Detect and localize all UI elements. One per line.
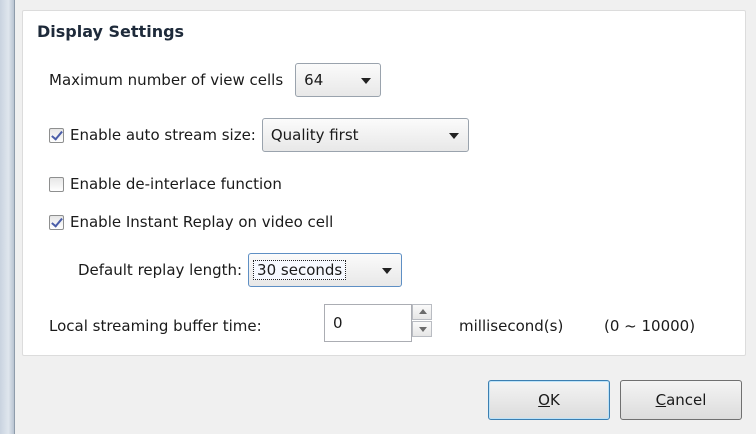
window-frame-left (0, 0, 14, 434)
instant-replay-label[interactable]: Enable Instant Replay on video cell (70, 213, 333, 231)
buffer-range: (0 ~ 10000) (604, 317, 696, 335)
ok-button[interactable]: OK (488, 380, 610, 420)
chevron-down-icon (361, 78, 372, 84)
max-cells-label: Maximum number of view cells (49, 71, 284, 89)
replay-length-row: Default replay length: 30 seconds (78, 252, 403, 288)
replay-length-select[interactable]: 30 seconds (248, 253, 403, 287)
max-cells-row: Maximum number of view cells 64 (49, 62, 382, 98)
arrow-up-icon (419, 309, 427, 314)
deinterlace-checkbox[interactable] (49, 176, 64, 192)
group-title: Display Settings (37, 22, 185, 41)
buffer-value: 0 (333, 314, 343, 332)
chevron-down-icon (448, 133, 459, 139)
max-cells-value: 64 (304, 71, 324, 89)
replay-length-label: Default replay length: (78, 261, 243, 279)
auto-stream-checkbox[interactable] (49, 127, 64, 143)
ok-label-rest: K (549, 391, 560, 409)
instant-replay-checkbox[interactable] (49, 214, 64, 230)
auto-stream-row: Enable auto stream size: Quality first (49, 117, 469, 153)
chevron-down-icon (382, 268, 393, 274)
spin-down-button[interactable] (412, 321, 432, 337)
buffer-unit: millisecond(s) (459, 317, 564, 335)
cancel-label-rest: ancel (666, 391, 707, 409)
arrow-down-icon (419, 327, 427, 332)
deinterlace-label[interactable]: Enable de-interlace function (70, 175, 282, 193)
spin-up-button[interactable] (412, 304, 432, 320)
settings-dialog: Display Settings Maximum number of view … (15, 0, 756, 434)
buffer-label: Local streaming buffer time: (49, 317, 262, 335)
replay-length-value: 30 seconds (253, 260, 347, 280)
auto-stream-value: Quality first (270, 126, 359, 144)
ok-mnemonic: O (538, 391, 550, 409)
cancel-mnemonic: C (655, 391, 667, 409)
auto-stream-select[interactable]: Quality first (261, 118, 469, 152)
max-cells-select[interactable]: 64 (295, 63, 382, 97)
buffer-input[interactable]: 0 (324, 304, 412, 342)
deinterlace-row: Enable de-interlace function (49, 172, 282, 196)
instant-replay-row: Enable Instant Replay on video cell (49, 210, 333, 234)
auto-stream-label[interactable]: Enable auto stream size: (70, 126, 256, 144)
cancel-button[interactable]: Cancel (620, 380, 742, 420)
